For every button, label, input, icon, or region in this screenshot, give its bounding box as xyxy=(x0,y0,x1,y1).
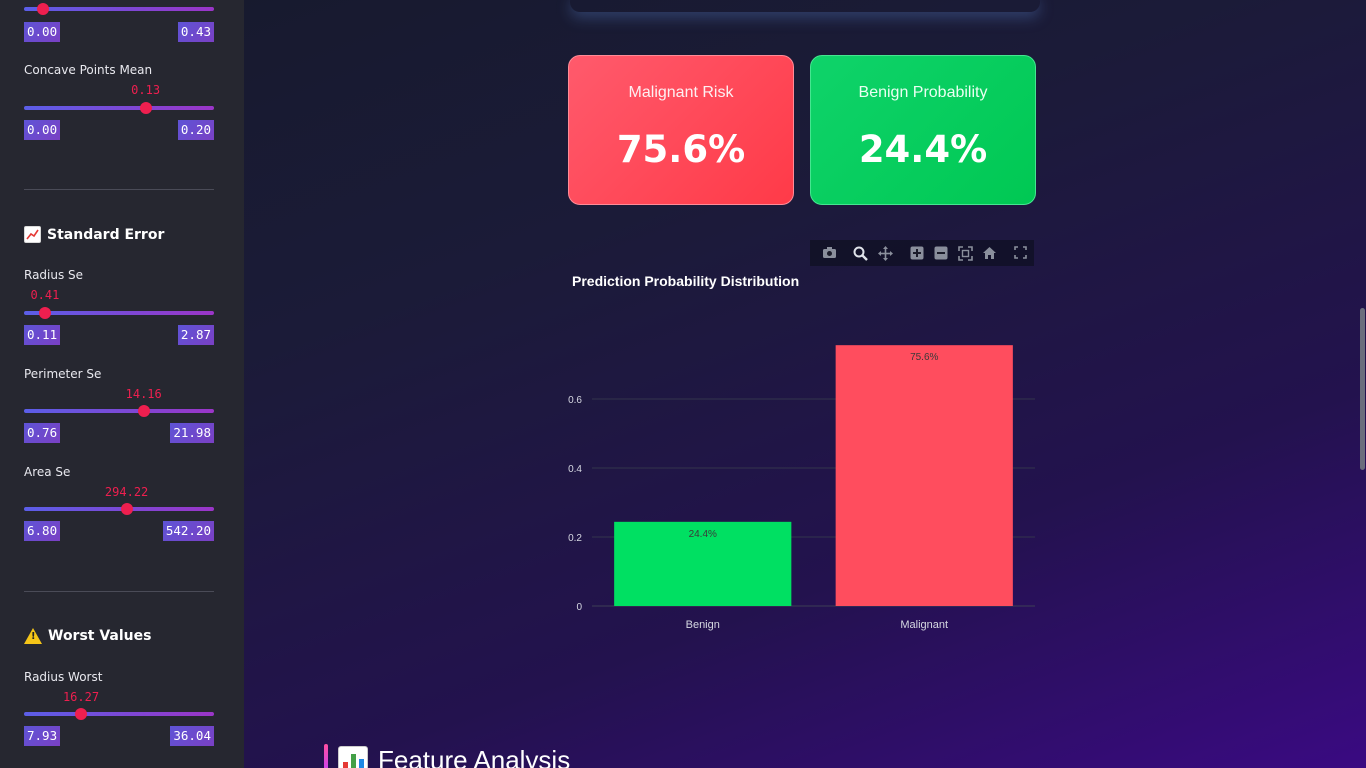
slider-max-value: 0.20 xyxy=(177,120,214,140)
slider-min-value: 0.76 xyxy=(24,423,61,443)
reset-axes-icon[interactable] xyxy=(982,246,996,260)
section-heading-standard-error: Standard Error xyxy=(24,226,164,243)
sidebar-divider xyxy=(24,591,214,592)
sidebar: 0.00 0.43 Concave Points Mean 0.13 0.00 … xyxy=(0,0,244,768)
top-card-shadow xyxy=(570,0,1040,12)
chart-increasing-icon xyxy=(24,226,41,243)
zoom-out-icon[interactable] xyxy=(934,246,948,260)
zoom-in-icon[interactable] xyxy=(910,246,924,260)
x-tick-label: Malignant xyxy=(900,619,948,631)
chart-title: Prediction Probability Distribution xyxy=(572,273,800,289)
slider-track[interactable] xyxy=(24,311,214,315)
slider-thumb[interactable] xyxy=(139,102,152,114)
plot-modebar xyxy=(810,240,1034,266)
slider-thumb[interactable] xyxy=(37,3,49,15)
y-tick-label: 0.2 xyxy=(568,533,582,544)
autoscale-icon[interactable] xyxy=(958,246,973,261)
slider-label: Perimeter Se xyxy=(24,367,102,381)
slider-top-partial[interactable]: 0.00 0.43 xyxy=(24,0,214,52)
bar-chart-icon xyxy=(338,746,368,768)
slider-area-se[interactable]: Area Se 294.22 6.80 542.20 xyxy=(24,465,214,541)
slider-label: Area Se xyxy=(24,465,71,479)
prediction-probability-chart: 0 0.2 0.4 0.6 24.4% Benign 75.6% Malignant xyxy=(568,345,1035,631)
slider-current-value: 0.13 xyxy=(131,83,161,97)
slider-max-value: 2.87 xyxy=(177,325,214,345)
slider-label: Concave Points Mean xyxy=(24,63,153,77)
slider-thumb[interactable] xyxy=(38,307,51,319)
slider-radius-worst[interactable]: Radius Worst 16.27 7.93 36.04 xyxy=(24,670,214,746)
slider-track[interactable] xyxy=(24,507,214,511)
slider-label: Radius Se xyxy=(24,268,84,282)
y-tick-label: 0.6 xyxy=(568,395,582,406)
benign-probability-card: Benign Probability 24.4% xyxy=(810,55,1036,205)
slider-current-value: 16.27 xyxy=(62,690,100,704)
metric-value: 24.4% xyxy=(858,128,988,171)
slider-track[interactable] xyxy=(24,106,214,110)
malignant-risk-card: Malignant Risk 75.6% xyxy=(568,55,794,205)
slider-track[interactable] xyxy=(24,712,214,716)
slider-min-value: 0.00 xyxy=(24,120,61,140)
y-tick-label: 0.4 xyxy=(568,464,582,475)
heading-accent-bar xyxy=(324,744,328,768)
sidebar-divider xyxy=(24,189,214,190)
slider-min-value: 0.11 xyxy=(24,325,61,345)
slider-current-value: 14.16 xyxy=(125,387,162,401)
section-heading-worst-values: ! Worst Values xyxy=(24,628,151,644)
page-scrollbar[interactable] xyxy=(1360,308,1365,470)
bar-malignant xyxy=(835,345,1013,606)
metric-title: Benign Probability xyxy=(858,84,988,101)
slider-min-value: 0.00 xyxy=(24,22,61,42)
x-tick-label: Benign xyxy=(686,619,720,631)
feature-analysis-title: Feature Analysis xyxy=(378,744,571,768)
slider-max-value: 21.98 xyxy=(170,423,214,443)
camera-icon[interactable] xyxy=(822,246,836,260)
section-heading-text: Worst Values xyxy=(48,628,152,644)
slider-thumb[interactable] xyxy=(120,503,133,515)
slider-current-value: 0.41 xyxy=(30,288,60,302)
slider-concave-points-mean[interactable]: Concave Points Mean 0.13 0.00 0.20 xyxy=(24,63,214,140)
metric-title: Malignant Risk xyxy=(628,84,734,101)
slider-track[interactable] xyxy=(24,7,214,11)
slider-max-value: 542.20 xyxy=(162,521,214,541)
y-tick-label: 0 xyxy=(576,602,582,613)
slider-current-value: 294.22 xyxy=(104,485,149,499)
slider-thumb[interactable] xyxy=(75,708,87,720)
metric-value: 75.6% xyxy=(616,128,746,171)
slider-label: Radius Worst xyxy=(24,670,103,684)
slider-thumb[interactable] xyxy=(137,405,150,417)
section-heading-text: Standard Error xyxy=(47,226,165,243)
warning-icon: ! xyxy=(24,628,42,644)
slider-min-value: 7.93 xyxy=(24,726,61,746)
slider-min-value: 6.80 xyxy=(24,521,61,541)
slider-track[interactable] xyxy=(24,409,214,413)
slider-max-value: 36.04 xyxy=(170,726,214,746)
zoom-icon[interactable] xyxy=(853,246,868,261)
feature-analysis-heading: Feature Analysis xyxy=(324,740,570,768)
bar-data-label: 75.6% xyxy=(910,352,938,363)
fullscreen-icon[interactable] xyxy=(1013,246,1027,260)
slider-perimeter-se[interactable]: Perimeter Se 14.16 0.76 21.98 xyxy=(24,367,214,443)
pan-icon[interactable] xyxy=(878,246,893,261)
slider-max-value: 0.43 xyxy=(177,22,214,42)
slider-radius-se[interactable]: Radius Se 0.41 0.11 2.87 xyxy=(24,268,214,345)
bar-data-label: 24.4% xyxy=(689,529,717,540)
